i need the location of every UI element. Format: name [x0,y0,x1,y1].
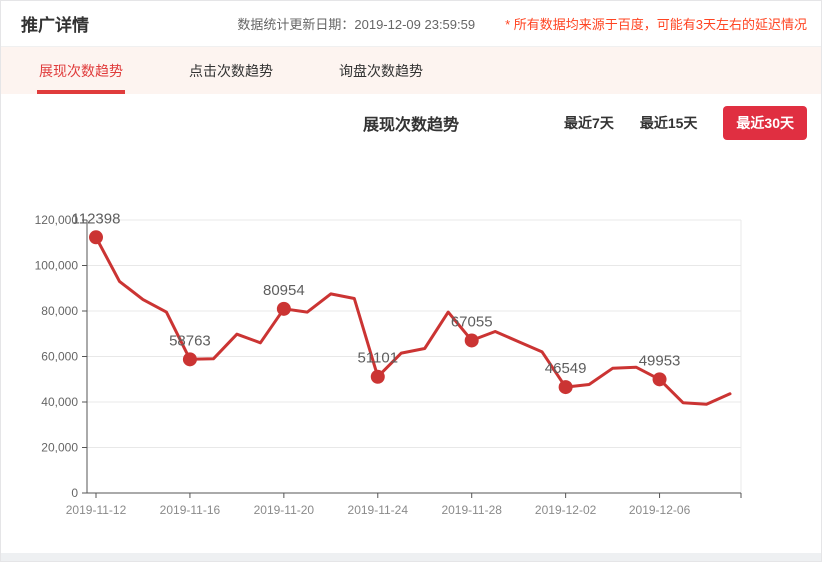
trend-tab-bar: 展现次数趋势 点击次数趋势 询盘次数趋势 [1,47,821,94]
data-point-label: 80954 [263,282,305,299]
data-point-marker[interactable] [371,370,385,384]
x-axis-label: 2019-12-02 [535,503,597,517]
chart-header: 展现次数趋势 最近7天 最近15天 最近30天 [1,94,821,151]
x-axis-label: 2019-11-24 [348,503,409,517]
x-axis-label: 2019-12-06 [629,503,691,517]
page-header: 推广详情 数据统计更新日期：2019-12-09 23:59:59 * 所有数据… [1,1,821,47]
y-axis-label: 60,000 [41,350,78,364]
data-point-marker[interactable] [277,302,291,316]
trend-line [96,237,730,404]
data-point-marker[interactable] [183,352,197,366]
data-point-label: 49953 [639,352,681,369]
data-point-marker[interactable] [89,230,103,244]
tab-label: 点击次数趋势 [189,61,273,81]
range-button-15d[interactable]: 最近15天 [640,113,698,133]
tab-impressions-trend[interactable]: 展现次数趋势 [37,47,125,94]
data-point-marker[interactable] [653,372,667,386]
range-button-group: 最近7天 最近15天 最近30天 [564,106,807,140]
tab-inquiries-trend[interactable]: 询盘次数趋势 [337,47,425,94]
y-axis-label: 100,000 [35,259,79,273]
y-axis-label: 20,000 [41,441,78,455]
data-point-label: 46549 [545,360,587,377]
range-button-30d[interactable]: 最近30天 [723,106,807,140]
data-point-label: 51101 [357,350,398,367]
x-axis-label: 2019-11-20 [254,503,315,517]
tab-label: 展现次数趋势 [39,61,123,81]
data-update-date: 数据统计更新日期：2019-12-09 23:59:59 [237,14,475,33]
x-axis-label: 2019-11-12 [66,503,127,517]
range-button-7d[interactable]: 最近7天 [564,113,614,133]
data-point-marker[interactable] [559,380,573,394]
y-axis-label: 80,000 [41,304,78,318]
data-point-label: 58763 [169,332,211,349]
data-point-label: 67055 [451,313,493,330]
data-source-notice: * 所有数据均来源于百度，可能有3天左右的延迟情况 [505,14,807,33]
data-point-marker[interactable] [465,333,479,347]
y-axis-label: 40,000 [41,395,78,409]
promotion-detail-panel: 推广详情 数据统计更新日期：2019-12-09 23:59:59 * 所有数据… [0,0,822,562]
y-axis-label: 0 [71,486,78,500]
x-axis-label: 2019-11-28 [441,503,502,517]
page-title: 推广详情 [21,11,89,36]
x-axis-label: 2019-11-16 [160,503,221,517]
data-point-label: 112398 [72,210,121,227]
page-background-strip [1,553,821,561]
impressions-trend-chart: 020,00040,00060,00080,000100,000120,0002… [1,151,822,551]
tab-clicks-trend[interactable]: 点击次数趋势 [187,47,275,94]
tab-label: 询盘次数趋势 [339,61,423,81]
